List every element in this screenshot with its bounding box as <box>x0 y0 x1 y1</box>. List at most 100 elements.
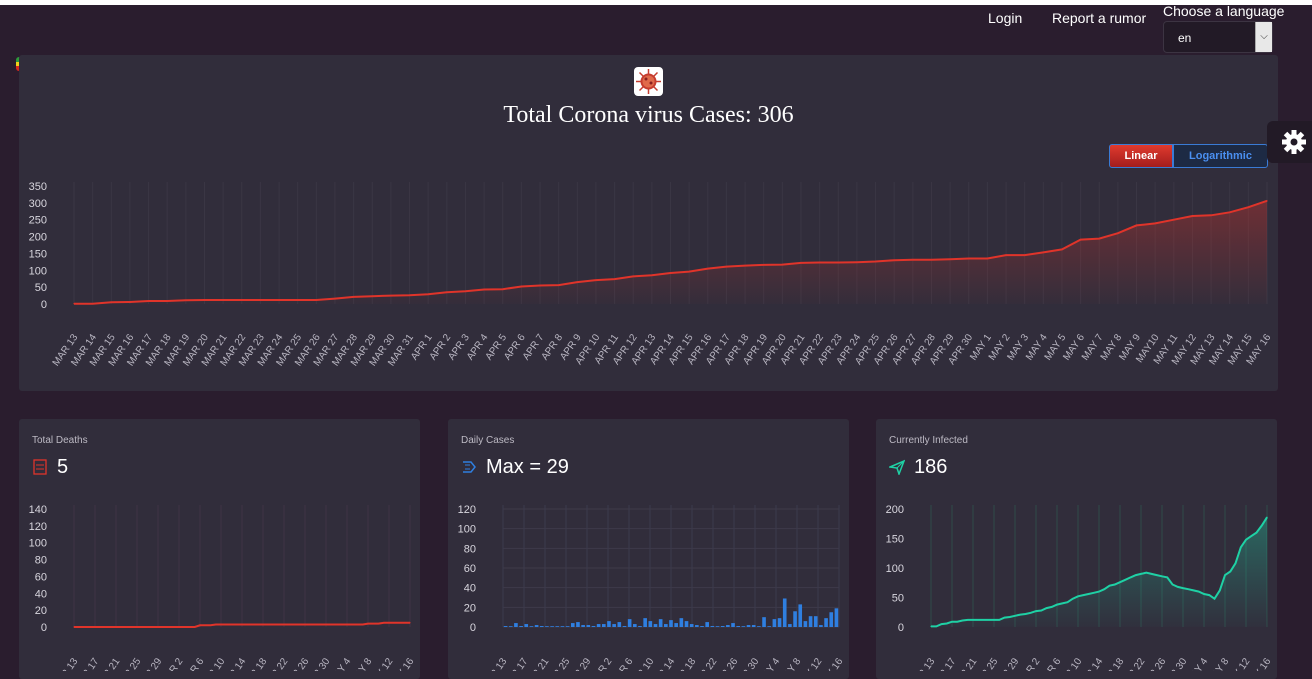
data-point <box>83 626 86 628</box>
language-value: en <box>1178 31 1192 45</box>
data-point <box>162 626 164 628</box>
data-point <box>288 623 290 626</box>
data-point <box>998 619 1000 621</box>
data-point <box>383 622 385 624</box>
bar <box>731 623 735 627</box>
y-tick-label: 0 <box>41 622 47 634</box>
data-point <box>972 619 974 621</box>
y-tick-label: 250 <box>29 215 47 227</box>
bar <box>617 622 622 627</box>
bar <box>622 626 627 627</box>
data-point <box>1098 591 1100 593</box>
data-point <box>236 623 238 626</box>
daily-cases-chart: 020406080100120MAR 13MAR 17MAR 21MAR 25M… <box>458 504 846 671</box>
data-point <box>225 623 227 626</box>
data-point <box>446 291 448 293</box>
data-point <box>874 260 877 263</box>
data-point <box>173 626 175 628</box>
total-cases-card: Total Corona virus Cases: 306 Linear Log… <box>19 55 1278 391</box>
data-point <box>464 290 467 292</box>
data-point <box>92 303 94 305</box>
data-point <box>576 281 578 283</box>
data-point <box>1154 222 1156 225</box>
data-point <box>427 293 429 295</box>
data-point <box>1135 574 1137 576</box>
y-tick-label: 80 <box>464 543 476 555</box>
data-point <box>558 284 560 286</box>
bar <box>767 626 772 627</box>
bar <box>782 598 787 627</box>
bar <box>664 624 668 627</box>
bar <box>524 624 529 627</box>
data-point <box>1198 591 1200 593</box>
data-point <box>335 623 338 626</box>
data-point <box>166 300 168 302</box>
data-point <box>1056 603 1058 606</box>
data-point <box>278 299 280 301</box>
bar <box>715 626 720 627</box>
bar <box>803 621 808 627</box>
data-point <box>1024 254 1026 256</box>
bar <box>788 624 792 627</box>
data-point <box>1108 585 1111 587</box>
data-point <box>1014 615 1016 617</box>
bar <box>705 622 709 627</box>
data-point <box>199 624 201 626</box>
data-point <box>1182 587 1184 589</box>
data-point <box>1093 592 1095 594</box>
data-point <box>353 296 355 298</box>
y-tick-label: 60 <box>35 571 47 583</box>
data-point <box>1219 589 1221 592</box>
deaths-chart: 020406080100120140MAR 13MAR 17MAR 21MAR … <box>29 504 417 671</box>
bar <box>808 616 813 627</box>
data-point <box>388 622 390 624</box>
bar <box>581 625 585 627</box>
settings-button[interactable] <box>1267 121 1312 163</box>
data-point <box>595 279 597 281</box>
data-point <box>993 619 995 621</box>
data-point <box>120 626 122 628</box>
bar <box>679 618 684 627</box>
bar <box>736 626 741 627</box>
data-point <box>257 623 259 626</box>
data-point <box>1150 573 1153 575</box>
y-tick-label: 120 <box>29 521 47 533</box>
data-point <box>1224 574 1226 576</box>
data-point <box>315 299 317 301</box>
data-point <box>1266 516 1268 518</box>
bar <box>741 626 746 627</box>
data-point <box>309 623 311 626</box>
data-point <box>125 626 128 628</box>
data-point <box>1250 535 1252 537</box>
data-point <box>856 261 858 263</box>
bar <box>777 618 782 627</box>
y-tick-label: 0 <box>41 299 47 311</box>
data-point <box>356 623 359 626</box>
data-point <box>78 626 80 628</box>
data-point <box>912 259 914 261</box>
data-point <box>185 299 187 301</box>
data-point <box>819 261 821 264</box>
report-rumor-link[interactable]: Report a rumor <box>1052 10 1146 26</box>
data-point <box>951 621 953 623</box>
language-select[interactable]: en ⌵ <box>1163 21 1273 53</box>
data-point <box>320 623 322 626</box>
login-link[interactable]: Login <box>988 10 1022 26</box>
y-tick-label: 40 <box>35 588 47 600</box>
data-point <box>935 625 937 628</box>
data-point <box>129 301 131 303</box>
bar <box>534 625 539 627</box>
data-point <box>1066 601 1069 603</box>
data-point <box>1203 593 1205 595</box>
bar <box>689 624 694 627</box>
bar <box>638 626 642 627</box>
data-point <box>1061 602 1063 604</box>
bar <box>829 612 834 627</box>
bar <box>607 621 611 627</box>
bar <box>601 624 606 627</box>
bar <box>669 620 673 627</box>
bar <box>772 619 777 627</box>
data-point <box>351 623 353 626</box>
total-cases-chart: 050100150200250300350MAR 13MAR 14MAR 15M… <box>29 181 1274 368</box>
data-point <box>1061 248 1063 250</box>
